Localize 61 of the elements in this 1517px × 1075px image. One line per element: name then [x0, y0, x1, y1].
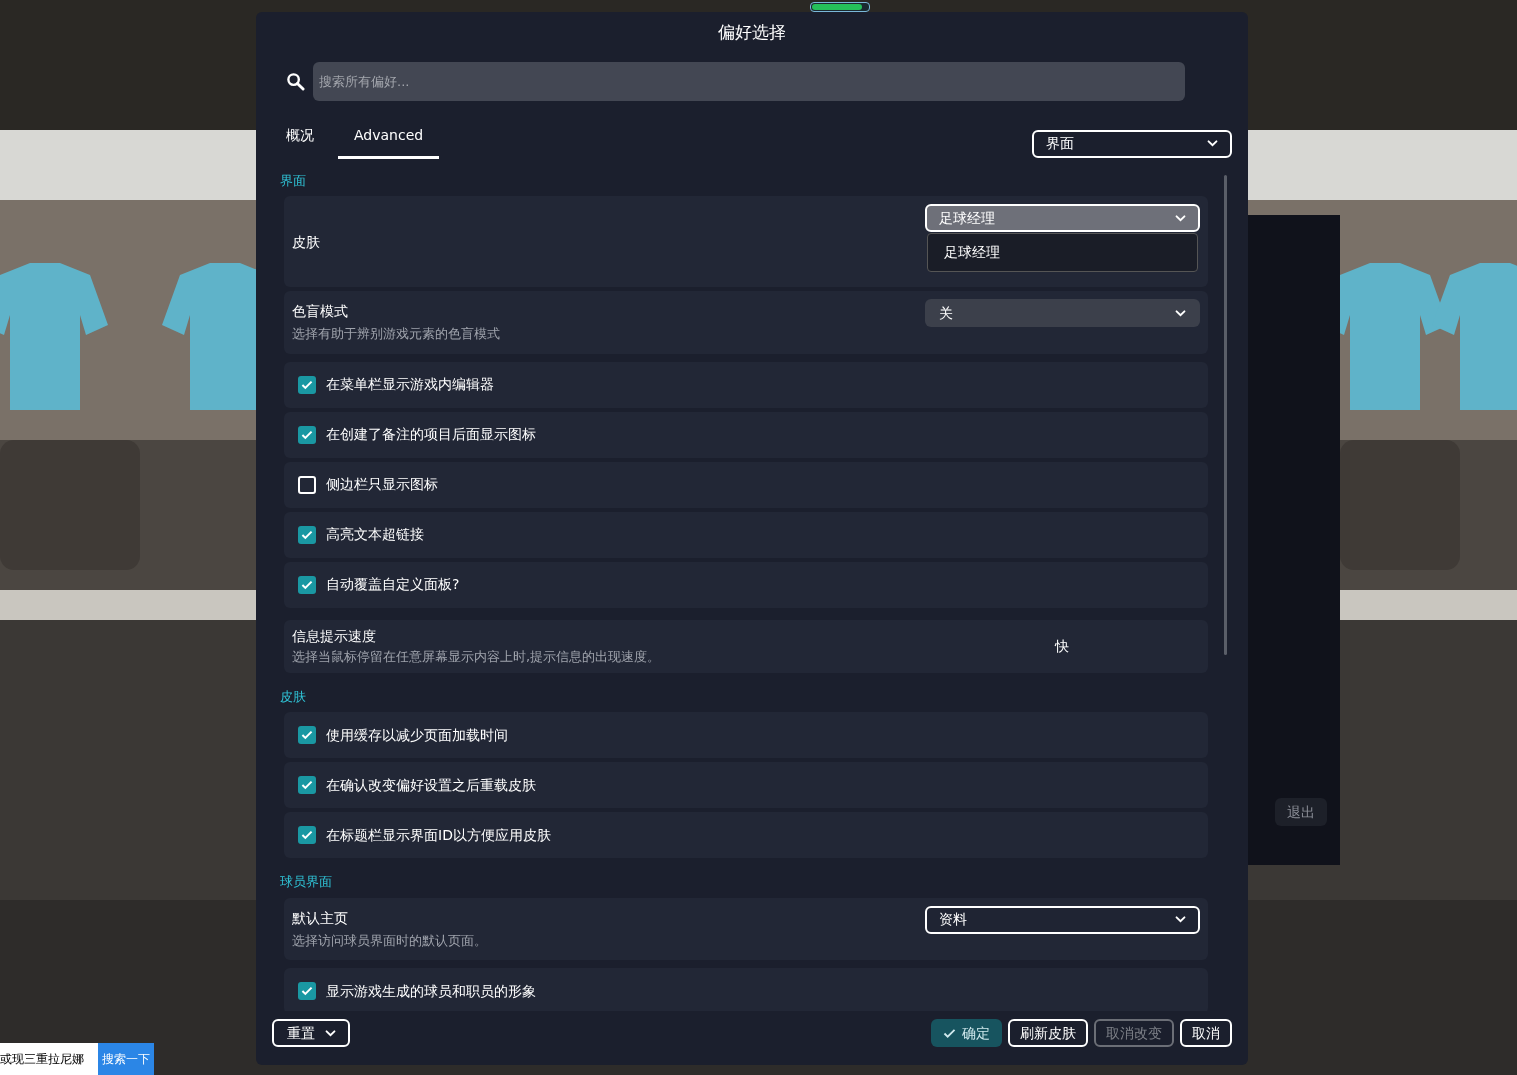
setting-label: 使用缓存以减少页面加载时间: [326, 725, 508, 745]
reset-button[interactable]: 重置: [272, 1019, 350, 1047]
checkmark-icon: [301, 730, 313, 740]
exit-button[interactable]: 退出: [1275, 798, 1327, 826]
dialog-button[interactable]: 取消: [1180, 1019, 1232, 1047]
setting-label: 在菜单栏显示游戏内编辑器: [326, 375, 494, 394]
web-search-field[interactable]: 或现三重拉尼娜: [0, 1043, 98, 1075]
section-heading: 皮肤: [280, 687, 307, 706]
checkbox[interactable]: [298, 425, 316, 444]
dialog-title: 偏好选择: [718, 21, 786, 44]
dropdown[interactable]: 资料: [925, 905, 1200, 934]
dialog-button[interactable]: 确定: [931, 1019, 1002, 1047]
setting-label: 高亮文本超链接: [326, 525, 424, 544]
setting-label: 色盲模式: [292, 302, 349, 321]
chevron-down-icon: [324, 1029, 336, 1037]
setting-label: 在创建了备注的项目后面显示图标: [326, 425, 536, 444]
setting-description: 选择有助于辨别游戏元素的色盲模式: [292, 325, 500, 343]
checkmark-icon: [301, 780, 313, 790]
chevron-down-icon: [1175, 214, 1186, 222]
section-heading: 球员界面: [280, 873, 333, 891]
setting-description: 选择当鼠标停留在任意屏幕显示内容上时,提示信息的出现速度。: [292, 647, 662, 666]
chevron-down-icon: [1207, 140, 1218, 147]
menu-item[interactable]: 足球经理: [928, 238, 1197, 267]
scrollbar[interactable]: [1224, 174, 1227, 655]
checkbox[interactable]: [298, 826, 316, 844]
checkmark-icon: [943, 1027, 956, 1039]
checkmark-icon: [301, 579, 313, 590]
setting-label: 显示游戏生成的球员和职员的形象: [326, 981, 536, 1001]
checkbox[interactable]: [298, 776, 316, 794]
section-heading: 界面: [280, 171, 307, 190]
setting-description: 选择访问球员界面时的默认页面。: [292, 931, 487, 950]
setting-label: 在确认改变偏好设置之后重载皮肤: [326, 775, 536, 795]
checkbox[interactable]: [298, 525, 316, 544]
setting-label: 默认主页: [292, 908, 349, 928]
section-dropdown[interactable]: 界面: [1032, 129, 1232, 158]
setting-label: 在标题栏显示界面ID以方便应用皮肤: [326, 825, 551, 845]
checkmark-icon: [301, 529, 313, 540]
setting-label: 皮肤: [292, 233, 320, 252]
checkmark-icon: [301, 986, 313, 996]
chevron-down-icon: [1175, 916, 1186, 923]
checkbox[interactable]: [298, 375, 316, 394]
checkbox[interactable]: [298, 726, 316, 744]
web-search-button[interactable]: 搜索一下: [98, 1043, 154, 1075]
setting-label: 自动覆盖自定义面板?: [326, 575, 460, 594]
setting-label: 信息提示速度: [292, 626, 377, 646]
checkmark-icon: [301, 830, 313, 840]
dialog-button[interactable]: 刷新皮肤: [1008, 1019, 1088, 1047]
dropdown[interactable]: 足球经理: [925, 204, 1200, 232]
chevron-down-icon: [1175, 309, 1186, 317]
tab[interactable]: Advanced: [338, 124, 440, 159]
checkbox[interactable]: [298, 575, 316, 594]
setting-value: 快: [1055, 636, 1070, 656]
search-field[interactable]: 搜索所有偏好...: [313, 61, 1185, 101]
tab[interactable]: 概况: [286, 124, 314, 159]
checkmark-icon: [301, 429, 313, 440]
setting-label: 侧边栏只显示图标: [326, 475, 438, 494]
search-icon: [286, 71, 305, 91]
checkbox[interactable]: [298, 475, 316, 494]
checkmark-icon: [301, 379, 313, 390]
checkbox[interactable]: [298, 982, 316, 1000]
dropdown[interactable]: 关: [925, 299, 1200, 327]
